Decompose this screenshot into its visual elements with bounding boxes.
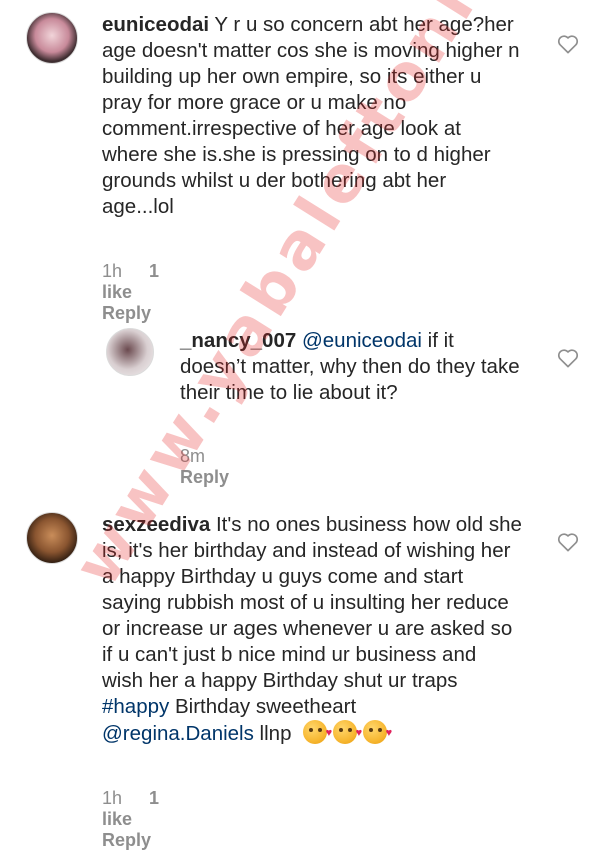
kiss-emoji-icon xyxy=(333,720,362,746)
comment-username[interactable]: sexzeediva xyxy=(102,513,210,536)
comment-meta: 1h 1 like Reply xyxy=(102,261,173,324)
comment-text: _nancy_007 @euniceodai if it doesn’t mat… xyxy=(180,328,520,406)
avatar[interactable] xyxy=(106,328,154,376)
comment-time: 8m xyxy=(180,446,206,466)
comment-body: It's no ones business how old she is, it… xyxy=(102,513,522,692)
heart-icon[interactable] xyxy=(557,348,579,368)
avatar[interactable] xyxy=(26,512,78,564)
reply-button[interactable]: Reply xyxy=(102,830,151,850)
mention-link[interactable]: @euniceodai xyxy=(302,329,422,352)
mention-link[interactable]: @regina.Daniels xyxy=(102,722,254,745)
hashtag-link[interactable]: #happy xyxy=(102,695,169,718)
comment-body: Y r u so concern abt her age?her age doe… xyxy=(102,13,520,218)
comment-username[interactable]: _nancy_007 xyxy=(180,329,296,352)
kiss-emoji-icon xyxy=(303,720,332,746)
avatar[interactable] xyxy=(26,12,78,64)
comment-body-tail: Birthday sweetheart xyxy=(169,695,357,718)
comment-tail: llnp xyxy=(253,722,292,745)
reply-button[interactable]: Reply xyxy=(102,303,151,323)
reply-button[interactable]: Reply xyxy=(180,467,229,487)
comment-time: 1h xyxy=(102,788,123,808)
comment-text: euniceodai Y r u so concern abt her age?… xyxy=(102,12,522,220)
comment-meta: 1h 1 like Reply xyxy=(102,788,173,851)
heart-icon[interactable] xyxy=(557,532,579,552)
comment-username[interactable]: euniceodai xyxy=(102,13,209,36)
comment-meta: 8m Reply xyxy=(180,446,251,488)
heart-icon[interactable] xyxy=(557,34,579,54)
kiss-emoji-icon xyxy=(363,720,392,746)
comment-text: sexzeediva It's no ones business how old… xyxy=(102,512,522,747)
comment-time: 1h xyxy=(102,261,123,281)
